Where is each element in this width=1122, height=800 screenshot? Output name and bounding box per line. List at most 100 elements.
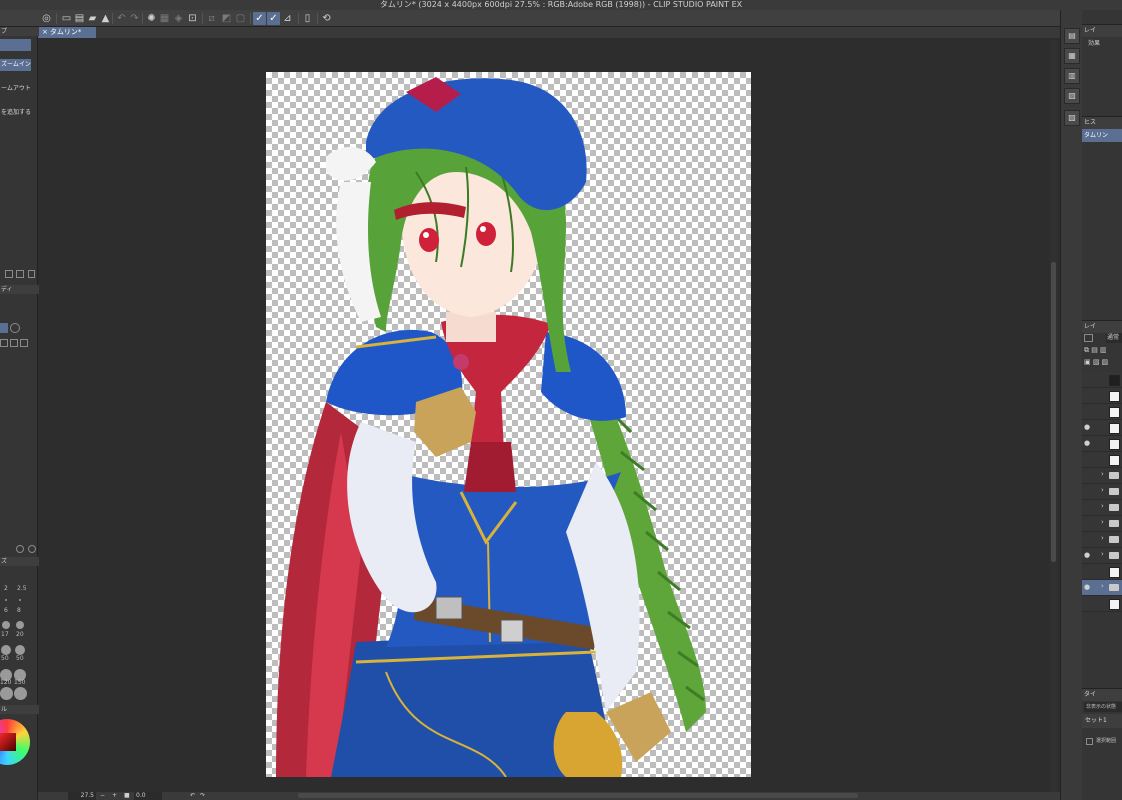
redo-icon[interactable]: ↷: [128, 12, 141, 25]
history-item[interactable]: タムリン: [1082, 129, 1122, 142]
zoom-out-item[interactable]: ームアウト: [0, 83, 31, 95]
sub-view-icon[interactable]: ▦: [1064, 48, 1080, 64]
material-icon[interactable]: ▤: [1064, 28, 1080, 44]
item-bank-icon[interactable]: ▥: [1064, 68, 1080, 84]
brush-size-dot[interactable]: [15, 645, 25, 655]
layer-folder-row[interactable]: ● ›: [1082, 548, 1122, 564]
chevron-right-icon[interactable]: ›: [1101, 470, 1104, 478]
document-tab[interactable]: × タムリン*: [38, 27, 96, 38]
chevron-right-icon[interactable]: ›: [1101, 518, 1104, 526]
layer-folder-row[interactable]: ›: [1082, 532, 1122, 548]
search-layer-icon[interactable]: ▧: [1064, 88, 1080, 104]
layer-row[interactable]: [1082, 564, 1122, 580]
layer-row[interactable]: ●: [1082, 420, 1122, 436]
layer-folder-row[interactable]: ›: [1082, 500, 1122, 516]
rotation-value[interactable]: 0.0: [134, 792, 162, 800]
search-icon[interactable]: [28, 545, 36, 553]
chevron-right-icon[interactable]: ›: [1101, 534, 1104, 542]
chevron-right-icon[interactable]: ›: [1101, 502, 1104, 510]
selection-icon[interactable]: ▢: [234, 12, 247, 25]
snap-ruler-icon[interactable]: ✓: [253, 12, 266, 25]
companion-icon[interactable]: ⟲: [320, 12, 333, 25]
animation-icon[interactable]: ▨: [1064, 110, 1080, 126]
app-icon[interactable]: ◎: [40, 12, 53, 25]
brush-size-dot[interactable]: [16, 621, 24, 629]
invert-selection-icon[interactable]: ◩: [220, 12, 233, 25]
tool-settings-icon[interactable]: [10, 339, 18, 347]
layer-folder-row-selected[interactable]: ● ›: [1082, 580, 1122, 596]
canvas-artwork[interactable]: [266, 72, 751, 777]
deselect-icon[interactable]: ⧄: [205, 12, 218, 25]
layer-row[interactable]: ●: [1082, 436, 1122, 452]
brush-size-dot[interactable]: [2, 621, 10, 629]
brush-size-dot[interactable]: [19, 599, 21, 601]
brush-size-dot[interactable]: [1, 645, 11, 655]
crop-icon[interactable]: ⊡: [186, 12, 199, 25]
close-tab-icon[interactable]: ×: [42, 28, 48, 36]
blend-mode-select[interactable]: 通常: [1106, 333, 1122, 343]
layer-row[interactable]: [1082, 596, 1122, 612]
canvas-scroll-thumb[interactable]: [1051, 262, 1056, 562]
brush-size-label: 6: [4, 607, 8, 614]
layer-folder-row[interactable]: ›: [1082, 516, 1122, 532]
layer-toolbar[interactable]: ⧉ ▤ ▥: [1084, 346, 1120, 356]
property-toggle-on[interactable]: [0, 323, 8, 333]
brush-size-dot[interactable]: [5, 599, 7, 601]
zoom-search-icon[interactable]: [0, 339, 8, 347]
layer-folder-row[interactable]: ›: [1082, 484, 1122, 500]
timeline-select[interactable]: 非表示の状態: [1084, 702, 1122, 712]
fill-icon[interactable]: ▦: [158, 12, 171, 25]
fit-icon[interactable]: ■: [124, 792, 130, 800]
layer-row[interactable]: [1082, 452, 1122, 468]
smartphone-icon[interactable]: ▯: [301, 12, 314, 25]
layer-panel-header: レイ: [1082, 320, 1122, 333]
save-icon[interactable]: ▰: [86, 12, 99, 25]
timeline-set-label[interactable]: セット1: [1082, 714, 1122, 728]
property-toggle-off[interactable]: [10, 323, 20, 333]
add-item[interactable]: を追加する: [0, 107, 31, 119]
history-header: ヒス: [1082, 116, 1122, 129]
eye-icon[interactable]: ●: [1084, 551, 1092, 559]
move-icon[interactable]: [20, 339, 28, 347]
layer-folder-row[interactable]: ›: [1082, 468, 1122, 484]
horizontal-scrollbar[interactable]: [298, 793, 858, 798]
clear-icon[interactable]: ✺: [145, 12, 158, 25]
eye-icon[interactable]: ●: [1084, 439, 1092, 447]
rotate-right-icon[interactable]: ↷: [200, 792, 205, 800]
snap-special-ruler-icon[interactable]: ✓: [267, 12, 280, 25]
eye-icon[interactable]: ●: [1084, 583, 1092, 591]
brush-size-dot[interactable]: [14, 687, 27, 700]
zoom-in-item[interactable]: ズームイン: [0, 59, 31, 71]
layer-row[interactable]: [1082, 404, 1122, 420]
layer-mode-icon[interactable]: [1084, 334, 1093, 342]
navigator-item-selected[interactable]: [0, 39, 31, 51]
layer-property-header: レイ: [1082, 24, 1122, 37]
command-bar: ◎ ▭ ▤ ▰ ▲ ↶ ↷ ✺ ▦ ◈ ⊡ ⧄ ◩ ▢ ✓ ✓ ⊿ ▯ ⟲: [0, 10, 1060, 27]
layer-row[interactable]: [1082, 372, 1122, 388]
folder-icon: [1109, 488, 1119, 495]
chevron-right-icon[interactable]: ›: [1101, 582, 1104, 590]
chevron-right-icon[interactable]: ›: [1101, 486, 1104, 494]
clock-icon[interactable]: [16, 545, 24, 553]
selection-checkbox[interactable]: [1086, 738, 1093, 745]
zoom-in-icon[interactable]: +: [112, 792, 117, 800]
open-file-icon[interactable]: ▤: [73, 12, 86, 25]
export-icon[interactable]: ▲: [99, 12, 112, 25]
chevron-right-icon[interactable]: ›: [1101, 550, 1104, 558]
layer-row[interactable]: [1082, 388, 1122, 404]
undo-icon[interactable]: ↶: [115, 12, 128, 25]
trash-icon[interactable]: [28, 270, 35, 278]
rotate-left-icon[interactable]: ↶: [190, 792, 195, 800]
add-icon[interactable]: [5, 270, 13, 278]
left-panel: プ ズームイン ームアウト を追加する ディ ズ 2 2.5 6 8 17 20…: [0, 27, 39, 800]
brush-size-dot[interactable]: [0, 687, 13, 700]
eye-icon[interactable]: ●: [1084, 423, 1092, 431]
zoom-out-icon[interactable]: −: [100, 792, 105, 800]
layer-toolbar-2[interactable]: ▣ ▧ ▨: [1084, 358, 1120, 368]
zoom-value[interactable]: 27.5: [68, 792, 96, 800]
duplicate-icon[interactable]: [16, 270, 24, 278]
transform-icon[interactable]: ◈: [172, 12, 185, 25]
new-file-icon[interactable]: ▭: [60, 12, 73, 25]
color-square[interactable]: [0, 733, 16, 751]
snap-grid-icon[interactable]: ⊿: [281, 12, 294, 25]
